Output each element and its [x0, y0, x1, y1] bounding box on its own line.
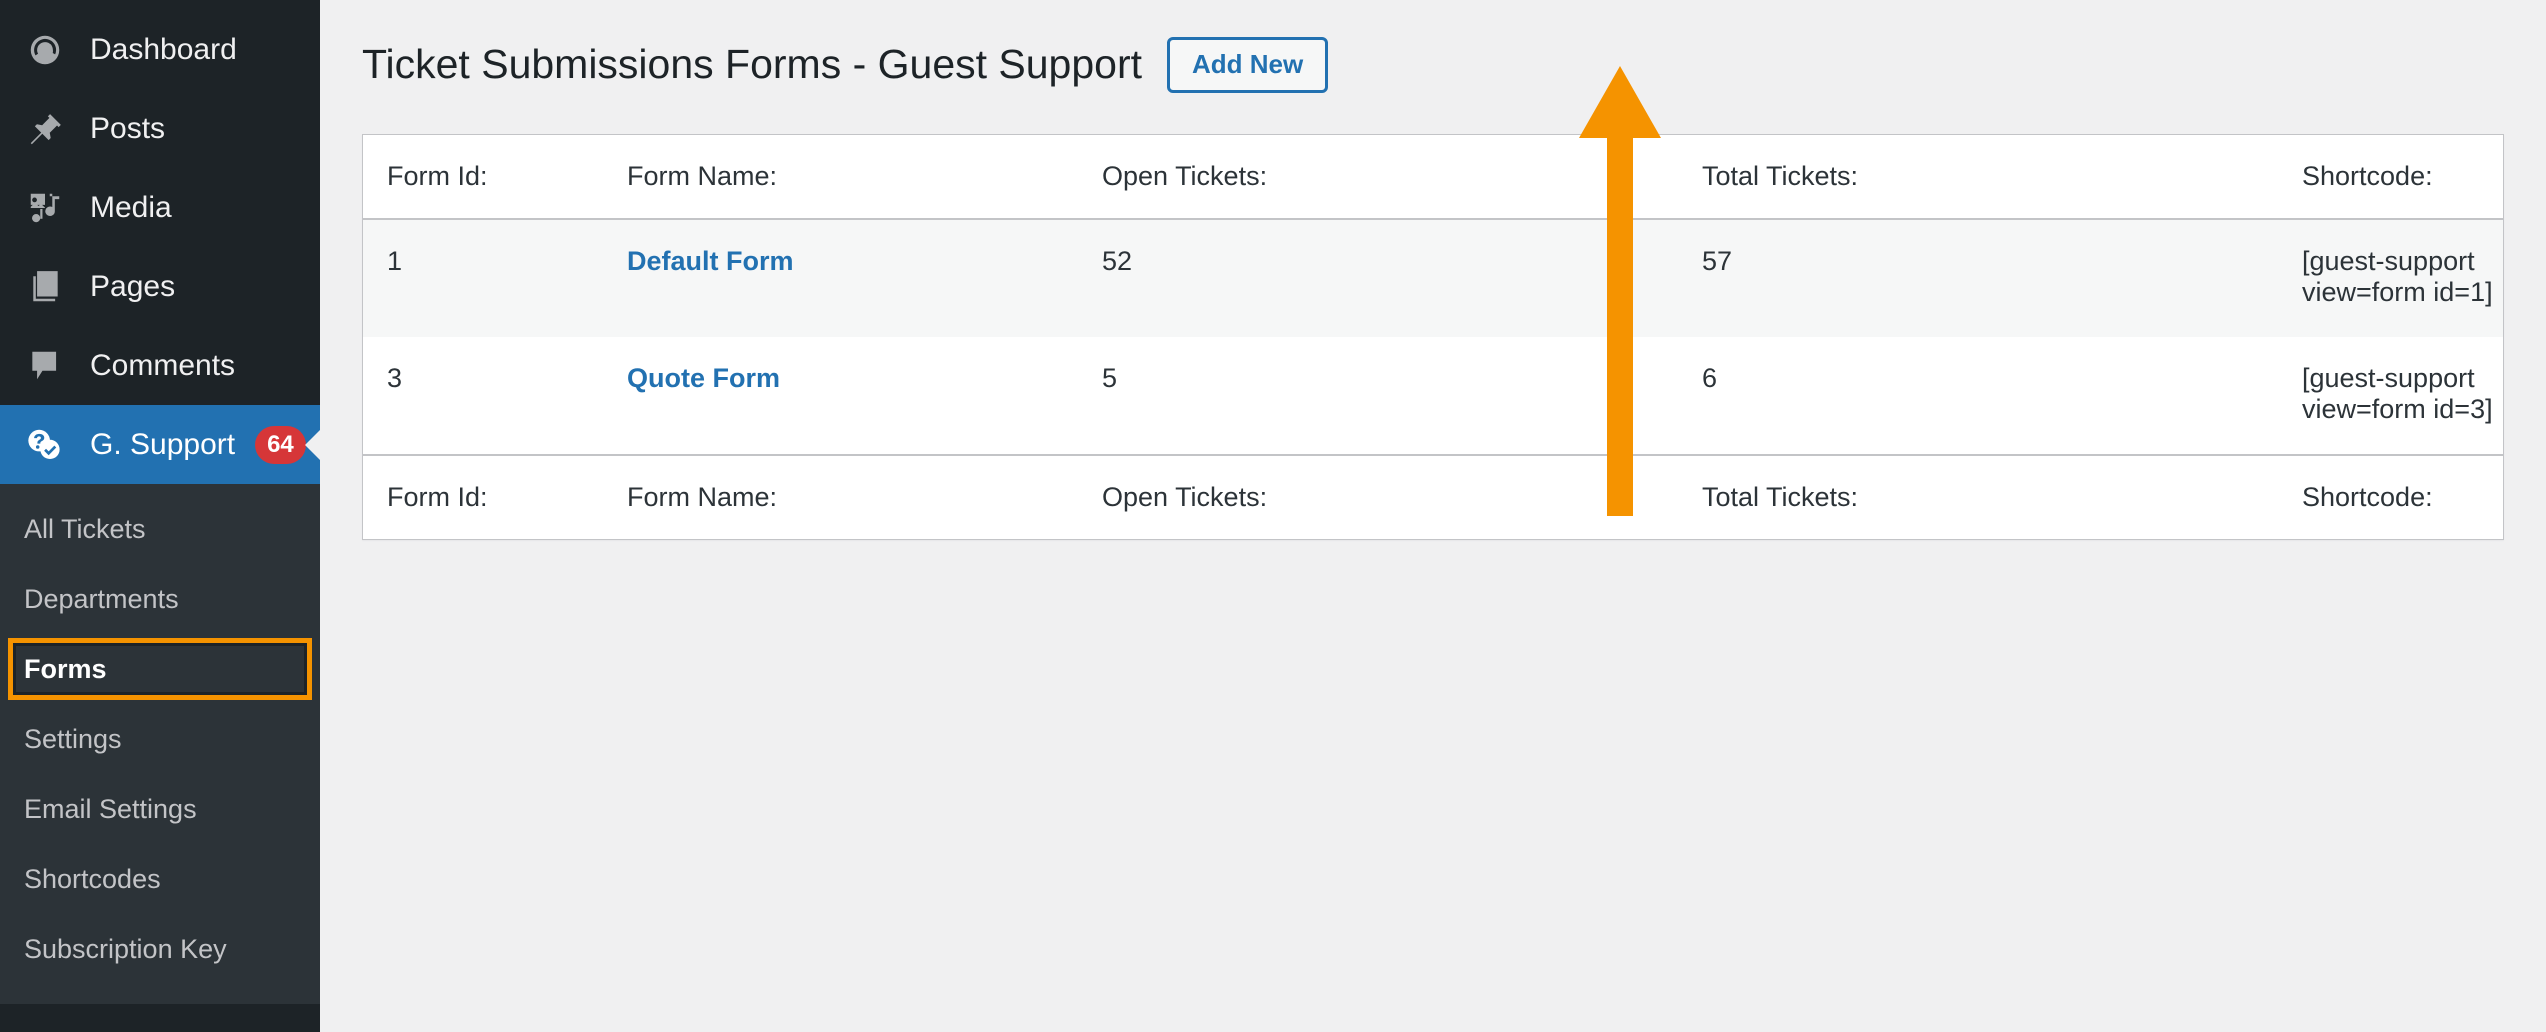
column-header-total-tickets: Total Tickets: [1678, 135, 2278, 220]
pin-icon [22, 106, 68, 152]
add-new-button[interactable]: Add New [1167, 37, 1329, 93]
submenu-item-label: Departments [24, 583, 179, 614]
table-footer-row: Form Id: Form Name: Open Tickets: Total … [363, 454, 2503, 539]
footer-header-open-tickets: Open Tickets: [1078, 454, 1678, 539]
sidebar-item-posts[interactable]: Posts [0, 89, 320, 168]
pages-icon [22, 264, 68, 310]
submenu-item-label: Email Settings [24, 793, 197, 824]
cell-form-id: 3 [363, 337, 603, 455]
cell-form-id: 1 [363, 219, 603, 337]
cell-open-tickets: 5 [1078, 337, 1678, 455]
footer-header-total-tickets: Total Tickets: [1678, 454, 2278, 539]
sidebar-item-media[interactable]: Media [0, 168, 320, 247]
footer-header-form-id: Form Id: [363, 454, 603, 539]
column-header-form-id: Form Id: [363, 135, 603, 220]
page-title: Ticket Submissions Forms - Guest Support [362, 41, 1143, 88]
table-row[interactable]: 3 Quote Form 5 6 [guest-support view=for… [363, 337, 2503, 455]
sidebar-item-label: Comments [90, 348, 236, 382]
sidebar-item-pages[interactable]: Pages [0, 247, 320, 326]
submenu-item-label: Subscription Key [24, 933, 227, 964]
sidebar-bottom-group: Appearance Plugins [0, 1004, 320, 1032]
sidebar-item-departments[interactable]: Departments [0, 564, 320, 634]
table-row[interactable]: 1 Default Form 52 57 [guest-support view… [363, 219, 2503, 337]
table-header: Form Id: Form Name: Open Tickets: Total … [363, 135, 2503, 220]
cell-shortcode: [guest-support view=form id=3] [2278, 337, 2503, 455]
form-name-link[interactable]: Default Form [627, 246, 794, 276]
sidebar-item-g-support[interactable]: G. Support 64 [0, 405, 320, 484]
admin-sidebar: Dashboard Posts Media Pages Comments G. … [0, 0, 320, 1032]
sidebar-item-all-tickets[interactable]: All Tickets [0, 494, 320, 564]
sidebar-item-label: Pages [90, 269, 176, 303]
forms-table: Form Id: Form Name: Open Tickets: Total … [363, 135, 2503, 539]
cell-form-name: Quote Form [603, 337, 1078, 455]
sidebar-item-subscription-key[interactable]: Subscription Key [0, 914, 320, 984]
cell-total-tickets: 6 [1678, 337, 2278, 455]
footer-header-shortcode: Shortcode: [2278, 454, 2503, 539]
g-support-submenu: All Tickets Departments Forms Settings E… [0, 484, 320, 1004]
table-header-row: Form Id: Form Name: Open Tickets: Total … [363, 135, 2503, 220]
submenu-item-label: Shortcodes [24, 863, 161, 894]
status-badge: 64 [255, 425, 306, 464]
sidebar-item-label: Dashboard [90, 32, 237, 66]
sidebar-item-email-settings[interactable]: Email Settings [0, 774, 320, 844]
column-header-form-name: Form Name: [603, 135, 1078, 220]
main-content: Ticket Submissions Forms - Guest Support… [320, 0, 2546, 1032]
cell-form-name: Default Form [603, 219, 1078, 337]
column-header-open-tickets: Open Tickets: [1078, 135, 1678, 220]
sidebar-item-settings[interactable]: Settings [0, 704, 320, 774]
table-footer: Form Id: Form Name: Open Tickets: Total … [363, 454, 2503, 539]
sidebar-item-label: Media [90, 190, 172, 224]
cell-open-tickets: 52 [1078, 219, 1678, 337]
submenu-item-label: Forms [24, 653, 107, 684]
sidebar-item-label: Posts [90, 111, 166, 145]
support-icon [22, 422, 68, 468]
sidebar-item-appearance[interactable]: Appearance [0, 1018, 320, 1032]
dashboard-icon [22, 27, 68, 73]
form-name-link[interactable]: Quote Form [627, 363, 780, 393]
sidebar-item-shortcodes[interactable]: Shortcodes [0, 844, 320, 914]
submenu-item-label: Settings [24, 723, 122, 754]
sidebar-item-label: G. Support [90, 427, 236, 461]
column-header-shortcode: Shortcode: [2278, 135, 2503, 220]
footer-header-form-name: Form Name: [603, 454, 1078, 539]
admin-screen: Dashboard Posts Media Pages Comments G. … [0, 0, 2546, 1032]
comments-icon [22, 343, 68, 389]
table-body: 1 Default Form 52 57 [guest-support view… [363, 219, 2503, 455]
submenu-item-label: All Tickets [24, 513, 146, 544]
forms-table-container: Form Id: Form Name: Open Tickets: Total … [362, 134, 2504, 540]
sidebar-item-comments[interactable]: Comments [0, 326, 320, 405]
sidebar-item-forms[interactable]: Forms [0, 634, 320, 704]
page-header: Ticket Submissions Forms - Guest Support… [320, 0, 2546, 100]
media-icon [22, 185, 68, 231]
cell-shortcode: [guest-support view=form id=1] [2278, 219, 2503, 337]
cell-total-tickets: 57 [1678, 219, 2278, 337]
sidebar-item-dashboard[interactable]: Dashboard [0, 10, 320, 89]
